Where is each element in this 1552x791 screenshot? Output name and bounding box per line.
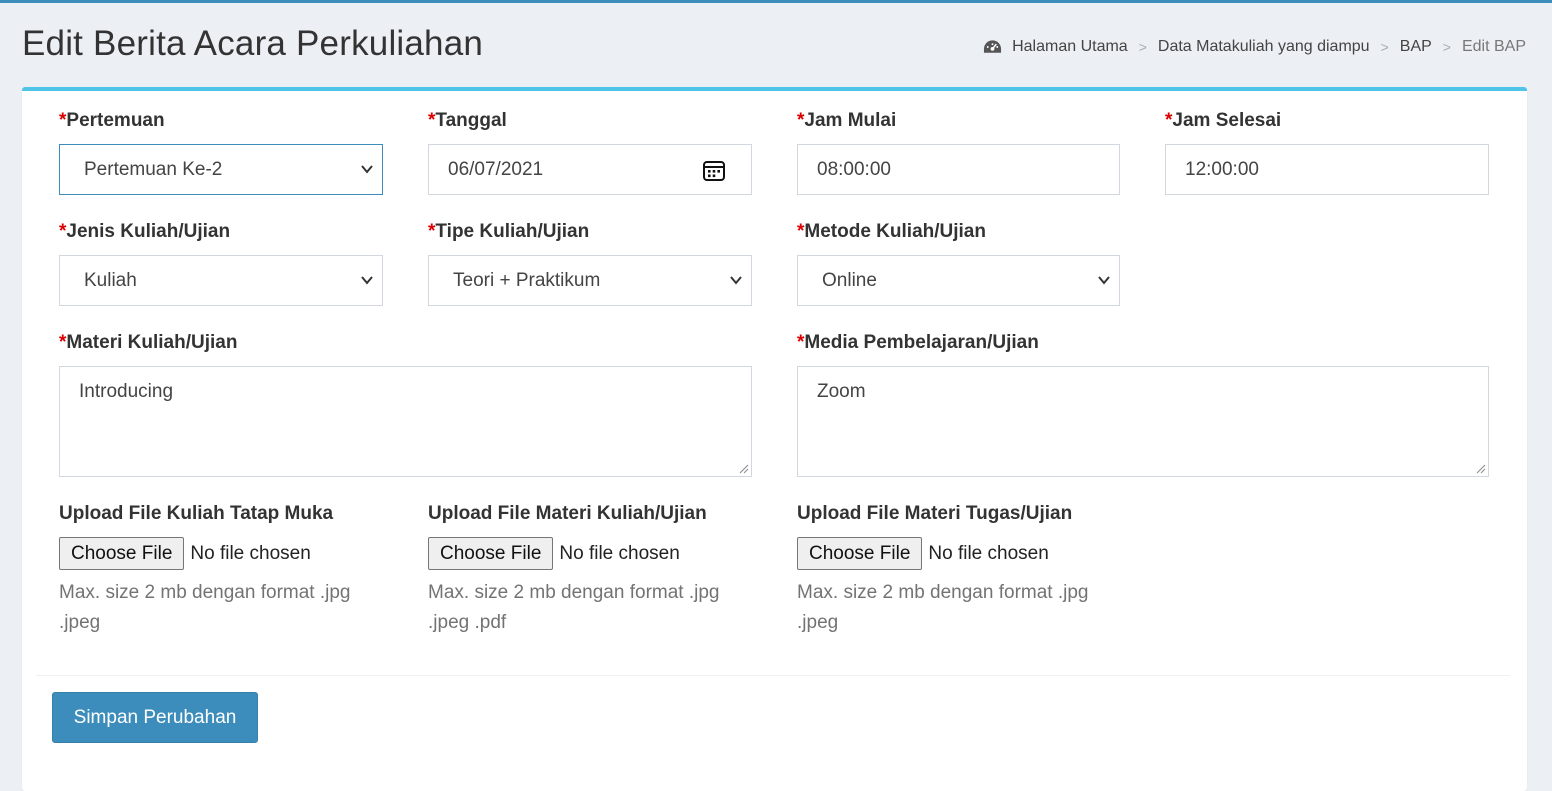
upload-materi-label: Upload File Materi Kuliah/Ujian [428, 503, 707, 524]
chevron-down-icon [361, 165, 373, 174]
upload-help-text: Max. size 2 mb dengan format .jpg .jpeg … [428, 582, 720, 633]
jam-mulai-input[interactable]: 08:00:00 [797, 144, 1120, 195]
upload-help-text: Max. size 2 mb dengan format .jpg .jpeg [59, 582, 351, 633]
pertemuan-select[interactable]: Pertemuan Ke-2 [59, 144, 383, 195]
media-label: *Media Pembelajaran/Ujian [797, 332, 1039, 353]
upload-tatap-muka-file-input[interactable]: Choose File No file chosen [59, 537, 311, 570]
breadcrumb-home-link[interactable]: Halaman Utama [1012, 38, 1128, 56]
resize-grip-icon[interactable] [1474, 462, 1486, 474]
chevron-down-icon [361, 276, 373, 285]
file-status: No file chosen [928, 542, 1049, 564]
file-status: No file chosen [190, 542, 311, 564]
breadcrumb: Halaman Utama > Data Matakuliah yang dia… [983, 38, 1526, 56]
metode-select[interactable]: Online [797, 255, 1120, 306]
footer-divider [36, 675, 1510, 676]
jam-selesai-label: *Jam Selesai [1165, 110, 1282, 131]
metode-label: *Metode Kuliah/Ujian [797, 221, 986, 242]
breadcrumb-separator: > [1442, 39, 1451, 55]
breadcrumb-bap-link[interactable]: BAP [1400, 38, 1432, 56]
save-changes-button[interactable]: Simpan Perubahan [52, 692, 258, 743]
tanggal-date-input[interactable]: 06/07/2021 [428, 144, 752, 195]
calendar-icon[interactable] [702, 158, 726, 182]
breadcrumb-separator: > [1380, 39, 1389, 55]
materi-textarea[interactable]: Introducing [59, 366, 752, 477]
page-title: Edit Berita Acara Perkuliahan [22, 24, 484, 63]
jam-mulai-label: *Jam Mulai [797, 110, 897, 131]
jam-selesai-input[interactable]: 12:00:00 [1165, 144, 1489, 195]
upload-tatap-muka-label: Upload File Kuliah Tatap Muka [59, 503, 334, 524]
tipe-select[interactable]: Teori + Praktikum [428, 255, 752, 306]
tanggal-label: *Tanggal [428, 110, 507, 131]
file-status: No file chosen [559, 542, 680, 564]
breadcrumb-courses-link[interactable]: Data Matakuliah yang diampu [1158, 38, 1370, 56]
breadcrumb-current: Edit BAP [1461, 38, 1526, 55]
upload-tugas-label: Upload File Materi Tugas/Ujian [797, 503, 1073, 524]
top-accent-line [0, 0, 1552, 3]
upload-materi-file-input[interactable]: Choose File No file chosen [428, 537, 680, 570]
chevron-down-icon [1098, 276, 1110, 285]
choose-file-button[interactable]: Choose File [797, 537, 923, 570]
choose-file-button[interactable]: Choose File [428, 537, 554, 570]
media-textarea[interactable]: Zoom [797, 366, 1489, 477]
materi-label: *Materi Kuliah/Ujian [59, 332, 238, 353]
jenis-label: *Jenis Kuliah/Ujian [59, 221, 231, 242]
pertemuan-label: *Pertemuan [59, 110, 165, 131]
upload-help-text: Max. size 2 mb dengan format .jpg .jpeg [797, 582, 1089, 633]
upload-tugas-file-input[interactable]: Choose File No file chosen [797, 537, 1049, 570]
dashboard-icon [984, 40, 1002, 53]
resize-grip-icon[interactable] [737, 462, 749, 474]
jenis-select[interactable]: Kuliah [59, 255, 383, 306]
breadcrumb-separator: > [1138, 39, 1147, 55]
chevron-down-icon [730, 276, 742, 285]
tipe-label: *Tipe Kuliah/Ujian [428, 221, 590, 242]
choose-file-button[interactable]: Choose File [59, 537, 185, 570]
